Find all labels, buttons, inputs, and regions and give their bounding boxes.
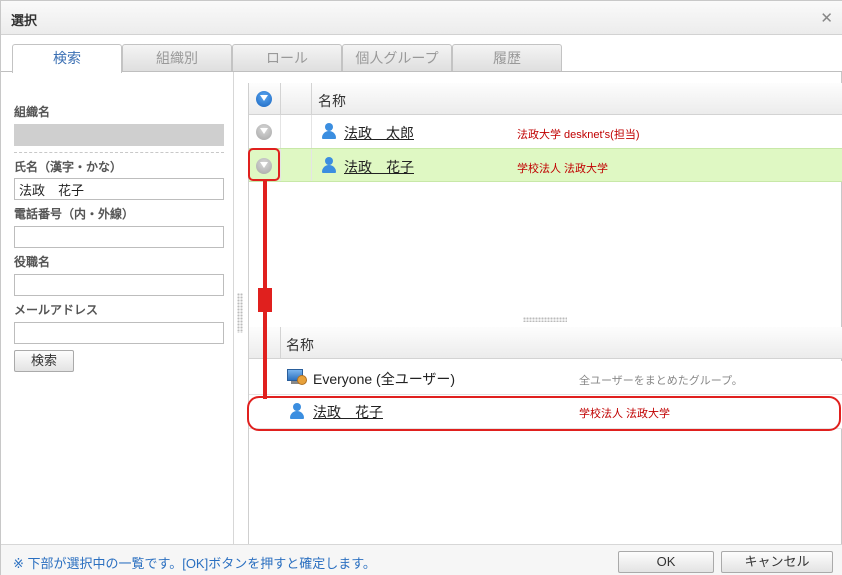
result-org: 学校法人 法政大学 (517, 163, 609, 175)
org-name-field-disabled (14, 124, 224, 146)
email-label: メールアドレス (14, 303, 99, 317)
result-name-link[interactable]: 法政 花子 (344, 157, 414, 177)
close-icon[interactable]: ✕ (820, 9, 833, 27)
name-input[interactable] (14, 178, 224, 200)
dialog-footer: ※ 下部が選択中の一覧です。[OK]ボタンを押すと確定します。 OK キャンセル (1, 544, 842, 575)
org-name-label: 組織名 (14, 105, 51, 119)
header-separator (280, 83, 281, 115)
ok-button[interactable]: OK (618, 551, 714, 573)
column-separator (280, 149, 281, 181)
dialog-title: 選択 (11, 13, 38, 28)
result-name-link[interactable]: 法政 太郎 (344, 123, 414, 143)
divider (14, 152, 224, 153)
phone-input[interactable] (14, 226, 224, 248)
result-row[interactable]: 法政 太郎 法政大学 desknet's(担当) (249, 115, 842, 149)
header-separator (280, 327, 281, 359)
add-all-icon[interactable] (256, 91, 272, 107)
column-separator (311, 115, 312, 148)
footer-note: ※ 下部が選択中の一覧です。[OK]ボタンを押すと確定します。 (13, 556, 376, 571)
job-title-label: 役職名 (14, 255, 51, 269)
selected-row[interactable]: Everyone (全ユーザー) 全ユーザーをまとめたグループ。 (249, 361, 842, 395)
annotation-arrow-block (258, 288, 272, 312)
tab-personal-group[interactable]: 個人グループ (342, 44, 452, 72)
tab-role[interactable]: ロール (232, 44, 342, 72)
header-separator (311, 83, 312, 115)
email-input[interactable] (14, 322, 224, 344)
annotation-highlight-box (247, 396, 841, 431)
add-down-icon[interactable] (256, 124, 272, 140)
name-label: 氏名（漢字・かな） (14, 160, 123, 174)
selected-description: 全ユーザーをまとめたグループ。 (579, 375, 743, 387)
group-icon (287, 369, 307, 385)
select-dialog: 選択 ✕ 検索 組織別 ロール 個人グループ 履歴 組織名 氏名（漢字・かな） … (0, 0, 842, 575)
selected-header: 名称 (249, 327, 842, 359)
search-button[interactable]: 検索 (14, 350, 74, 372)
tab-by-organization[interactable]: 組織別 (122, 44, 232, 72)
selected-name: Everyone (全ユーザー) (313, 371, 456, 387)
user-icon (321, 123, 337, 139)
result-row-selected[interactable]: 法政 花子 学校法人 法政大学 (249, 148, 842, 182)
results-header: 名称 (249, 83, 842, 115)
dialog-titlebar: 選択 ✕ (1, 1, 842, 35)
tab-history[interactable]: 履歴 (452, 44, 562, 72)
user-icon (321, 157, 337, 173)
phone-label: 電話番号（内・外線） (14, 207, 135, 221)
annotation-highlight-box (248, 148, 280, 181)
results-header-name: 名称 (318, 93, 346, 109)
column-separator (311, 149, 312, 181)
vertical-splitter-handle[interactable] (237, 293, 243, 333)
column-separator (280, 115, 281, 148)
selected-header-name: 名称 (286, 337, 314, 353)
cancel-button[interactable]: キャンセル (721, 551, 833, 573)
result-org: 法政大学 desknet's(担当) (517, 129, 640, 141)
job-title-input[interactable] (14, 274, 224, 296)
tab-search[interactable]: 検索 (12, 44, 122, 73)
horizontal-splitter-handle[interactable] (523, 317, 567, 322)
